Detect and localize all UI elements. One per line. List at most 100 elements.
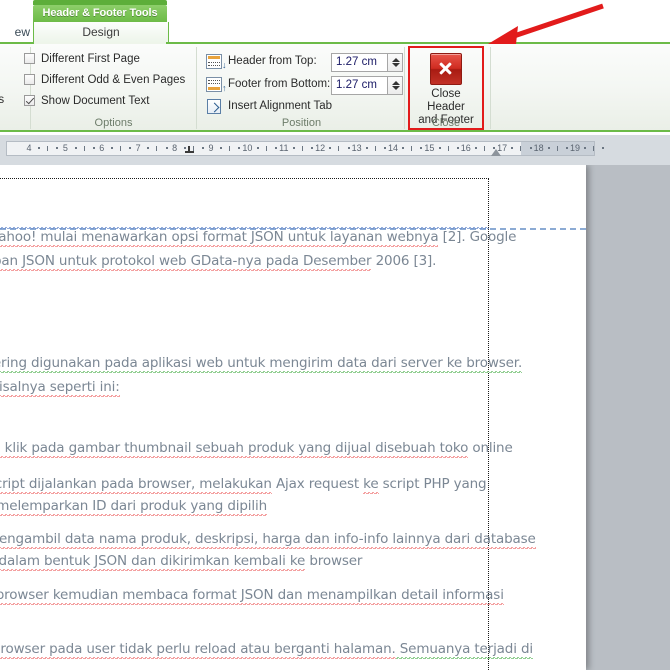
document-text-run: Ajax request: [271, 476, 364, 492]
document-text-line[interactable]: i browser kemudian membaca format JSON d…: [0, 587, 504, 605]
document-page[interactable]: Yahoo! mulai menawarkan opsi format JSON…: [0, 165, 586, 670]
ruler-tick: [183, 147, 186, 149]
ruler-label-4: 4: [26, 143, 32, 153]
ruler-label-19: 19: [569, 143, 580, 153]
checkbox-box-different-first-page[interactable]: [24, 53, 35, 64]
input-header-from-top[interactable]: 1.27 cm: [331, 53, 388, 72]
clipped-left-control-fragment[interactable]: us: [0, 94, 4, 106]
checkbox-box-different-odd-even-pages[interactable]: [24, 74, 35, 85]
label-header-from-top: Header from Top:: [228, 55, 317, 67]
margin-guide-top: [0, 178, 489, 179]
input-footer-from-bottom[interactable]: 1.27 cm: [331, 76, 388, 95]
document-text-line[interactable]: Yahoo! mulai menawarkan opsi format JSON…: [0, 229, 516, 247]
document-text-run: sering digunakan pada aplikasi web untuk…: [0, 355, 522, 373]
ruler-tick: [38, 147, 41, 149]
tab-view[interactable]: ew: [0, 22, 33, 43]
ruler-tick: [110, 147, 113, 149]
tab-design[interactable]: Design: [33, 22, 169, 43]
ruler-tick: [83, 146, 85, 151]
ruler-label-6: 6: [99, 143, 105, 153]
ruler-label-8: 8: [172, 143, 178, 153]
ribbon: Header & Footer Tools ew Design us Diffe…: [0, 0, 670, 135]
document-text-run: i browser kemudian membaca format JSON d…: [0, 587, 504, 605]
ruler-tick: [484, 146, 485, 151]
ruler-bar[interactable]: 4 5 6 7 8 9 10 11 12 13 14 15 16 17 18 19: [6, 141, 605, 156]
checkbox-different-odd-even-pages[interactable]: Different Odd & Even Pages: [24, 74, 185, 86]
header-from-top-icon: [206, 54, 222, 69]
ruler-tick: [593, 146, 595, 151]
ruler-tick: [474, 147, 477, 149]
document-text-line[interactable]: mpan JSON untuk protokol web GData-nya p…: [0, 253, 437, 271]
ruler-tick: [220, 147, 223, 149]
ruler-tick: [156, 146, 158, 151]
spinner-down-header-from-top[interactable]: [392, 63, 400, 67]
document-canvas[interactable]: Yahoo! mulai menawarkan opsi format JSON…: [0, 165, 670, 670]
footer-from-bottom-arrow-icon: ↑: [222, 83, 227, 93]
spinner-up-header-from-top[interactable]: [392, 58, 400, 62]
ruler-tick: [329, 147, 332, 149]
ruler-tick: [520, 146, 522, 151]
ruler-label-7: 7: [135, 143, 141, 153]
close-group-highlight-box: [408, 46, 484, 130]
document-text-line[interactable]: mengambil data nama produk, deskripsi, h…: [0, 531, 536, 549]
document-text-line[interactable]: h dalam bentuk JSON dan dikirimkan kemba…: [0, 553, 362, 571]
ruler-tick: [602, 147, 605, 149]
checkbox-label-different-odd-even-pages: Different Odd & Even Pages: [41, 74, 186, 86]
ruler-tick: [256, 147, 259, 149]
ruler-label-11: 11: [279, 143, 289, 153]
ruler-tick: [411, 146, 413, 151]
document-text-run: an klik pada gambar thumbnail sebuah pro…: [0, 440, 468, 458]
ruler-tick: [374, 146, 376, 151]
document-text-line[interactable]: , melemparkan ID dari produk yang dipili…: [0, 498, 267, 516]
document-text-line[interactable]: script dijalankan pada browser, melakuka…: [0, 476, 487, 494]
insert-alignment-tab-icon: [207, 99, 221, 114]
spinner-up-footer-from-bottom[interactable]: [392, 81, 400, 85]
checkbox-box-show-document-text[interactable]: [24, 95, 35, 106]
ruler-tick: [365, 147, 368, 149]
checkbox-label-different-first-page: Different First Page: [41, 53, 140, 65]
ruler-tick: [120, 146, 121, 151]
ruler-tick: [402, 147, 405, 149]
ruler-label-10: 10: [242, 143, 253, 153]
ruler-label-18: 18: [533, 143, 544, 153]
ruler-tick: [547, 147, 550, 149]
document-format-squiggle: [0, 227, 489, 229]
document-text-run: online: [468, 440, 513, 456]
ruler-label-5: 5: [62, 143, 68, 153]
document-text-line[interactable]: sering digunakan pada aplikasi web untuk…: [0, 355, 522, 373]
word-application-window: Header & Footer Tools ew Design us Diffe…: [0, 0, 670, 670]
ruler-label-15: 15: [424, 143, 435, 153]
ruler-label-9: 9: [208, 143, 214, 153]
ruler-label-12: 12: [315, 143, 326, 153]
document-text-run: h dalam bentuk JSON dan dikirimkan kemba…: [0, 553, 305, 571]
spinner-footer-from-bottom[interactable]: [388, 76, 403, 95]
spinner-header-from-top[interactable]: [388, 53, 403, 72]
document-text-run: Yahoo! mulai menawarkan opsi format JSON…: [0, 229, 439, 247]
button-insert-alignment-tab[interactable]: Insert Alignment Tab: [228, 100, 332, 112]
ruler-tick: [438, 147, 441, 149]
checkbox-label-show-document-text: Show Document Text: [41, 95, 150, 107]
label-footer-from-bottom: Footer from Bottom:: [228, 78, 331, 90]
horizontal-ruler[interactable]: 4 5 6 7 8 9 10 11 12 13 14 15 16 17 18 19: [0, 135, 670, 165]
document-text-run: , melemparkan ID dari produk yang dipili…: [0, 498, 267, 516]
document-text-line[interactable]: an klik pada gambar thumbnail sebuah pro…: [0, 440, 513, 458]
contextual-tab-band: [167, 0, 670, 5]
ruler-tick: [302, 146, 303, 151]
group-label-position: Position: [281, 117, 322, 129]
checkbox-show-document-text[interactable]: Show Document Text: [24, 95, 149, 107]
document-text-run: mpan JSON untuk protokol web GData-nya p…: [0, 253, 372, 271]
document-text-run: 2006 [3].: [371, 253, 437, 269]
document-text-line[interactable]: misalnya seperti ini:: [0, 379, 120, 397]
spinner-down-footer-from-bottom[interactable]: [392, 86, 400, 90]
ruler-tick: [292, 147, 295, 149]
document-text-run: ke: [363, 476, 379, 494]
ruler-tick: [447, 146, 449, 151]
ruler-tick: [47, 146, 49, 151]
ruler-right-indent-marker[interactable]: [491, 149, 501, 156]
group-separator-options-position: [196, 47, 197, 129]
checkbox-different-first-page[interactable]: Different First Page: [24, 53, 140, 65]
document-text-line[interactable]: browser pada user tidak perlu reload ata…: [0, 641, 533, 659]
group-separator-close-right: [490, 47, 491, 129]
contextual-tab-title: Header & Footer Tools: [33, 5, 167, 22]
ruler-tab-stop-marker[interactable]: [185, 146, 194, 155]
